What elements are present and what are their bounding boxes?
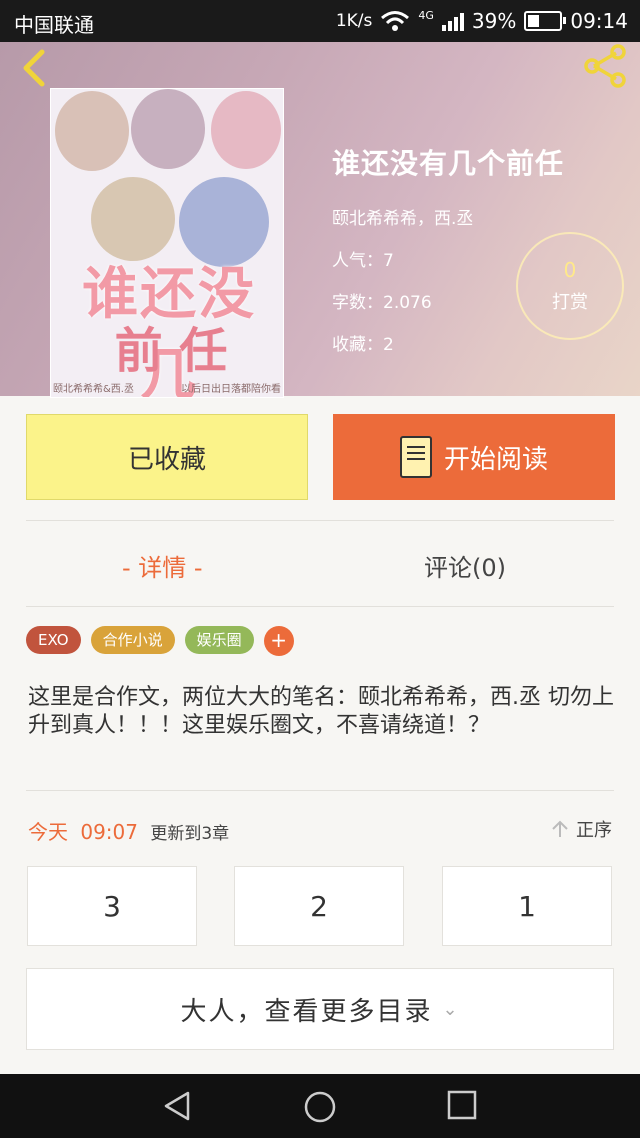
book-favorites-count: 收藏：2: [332, 335, 394, 355]
carrier-name: 中国联通: [14, 13, 94, 37]
book-cover[interactable]: 谁还没几 前 任 颐北希希希&西.丞 以后日出日落都陪你看: [50, 88, 284, 398]
back-arrow-icon[interactable]: [14, 46, 58, 90]
nav-recents-icon[interactable]: [447, 1090, 477, 1120]
cover-footer-left: 颐北希希希&西.丞: [53, 384, 134, 395]
nav-home-icon[interactable]: [303, 1090, 337, 1124]
divider: [26, 606, 614, 607]
book-title: 谁还没有几个前任: [332, 147, 565, 180]
tip-button[interactable]: 0 打赏: [516, 232, 624, 340]
sort-order-toggle[interactable]: 正序: [550, 816, 612, 842]
network-type: 4G: [418, 9, 434, 22]
tag-exo[interactable]: EXO: [26, 626, 81, 654]
cover-subtitle-art: 前 任: [114, 323, 228, 379]
sort-order-label: 正序: [576, 820, 612, 841]
chapter-button[interactable]: 3: [27, 866, 197, 946]
divider: [26, 790, 614, 791]
book-description: 这里是合作文，两位大大的笔名：颐北希希希，西.丞 切勿上升到真人！！！这里娱乐圈…: [28, 685, 614, 738]
nav-back-icon[interactable]: [162, 1090, 194, 1122]
start-reading-button[interactable]: 开始阅读: [333, 414, 615, 500]
book-authors: 颐北希希希，西.丞: [332, 209, 474, 229]
update-day: 今天: [28, 820, 68, 844]
status-bar: 中国联通 1K/s 4G 39% 09:14: [0, 0, 640, 42]
update-text: 更新到3章: [150, 824, 230, 844]
clock: 09:14: [570, 9, 628, 33]
chapter-button[interactable]: 2: [234, 866, 404, 946]
more-catalog-label: 大人，查看更多目录: [180, 996, 433, 1027]
book-icon: [399, 436, 432, 478]
update-info: 今天 09:07 更新到3章: [28, 816, 229, 845]
network-speed: 1K/s: [335, 11, 373, 31]
favorite-button-label: 已收藏: [127, 444, 206, 475]
signal-icon: [441, 11, 464, 31]
battery-icon: [524, 11, 567, 31]
tab-comments[interactable]: 评论(0): [424, 548, 506, 583]
tab-detail[interactable]: - 详情 -: [122, 548, 203, 583]
system-nav-bar: [0, 1074, 640, 1138]
arrow-up-icon: [552, 820, 568, 837]
tag-collaborative-novel[interactable]: 合作小说: [90, 626, 175, 654]
battery-percent: 39%: [471, 9, 517, 33]
more-catalog-button[interactable]: 大人，查看更多目录 ⌄: [26, 968, 614, 1050]
divider: [26, 520, 614, 521]
favorite-button[interactable]: 已收藏: [26, 414, 308, 500]
start-reading-label: 开始阅读: [443, 444, 548, 475]
tip-count: 0: [563, 258, 577, 282]
tip-label: 打赏: [552, 292, 588, 313]
cover-footer-right: 以后日出日落都陪你看: [181, 384, 281, 395]
cover-footer: 颐北希希希&西.丞 以后日出日落都陪你看: [53, 380, 281, 395]
book-header: 谁还没几 前 任 颐北希希希&西.丞 以后日出日落都陪你看 谁还没有几个前任 颐…: [0, 42, 640, 398]
tag-list: EXO 合作小说 娱乐圈 +: [26, 626, 294, 656]
update-time: 09:07: [80, 820, 138, 844]
wifi-icon: [381, 11, 410, 31]
share-icon[interactable]: [580, 42, 630, 90]
add-tag-button[interactable]: +: [263, 626, 294, 656]
chapter-button[interactable]: 1: [442, 866, 612, 946]
tag-entertainment[interactable]: 娱乐圈: [184, 626, 254, 654]
chevron-down-icon: ⌄: [442, 998, 460, 1020]
